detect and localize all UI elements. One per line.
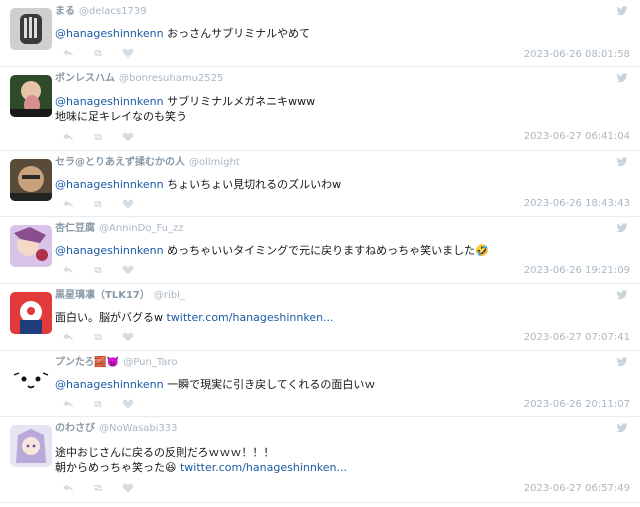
heart-icon[interactable] <box>122 265 134 275</box>
retweet-icon[interactable] <box>92 483 104 493</box>
tweet-timestamp[interactable]: 2023-06-26 20:11:07 <box>524 399 630 410</box>
heart-icon[interactable] <box>122 332 134 342</box>
tweet-link[interactable]: twitter.com/hanageshinnken... <box>167 311 334 324</box>
mention-link[interactable]: @hanageshinnkenn <box>55 27 164 40</box>
avatar[interactable] <box>10 8 52 50</box>
tweet-card: のわさび @NoWasabi333 途中おじさんに戻るの反則だろｗｗｗ！！！ 朝か… <box>0 417 640 503</box>
tweet-timestamp[interactable]: 2023-06-27 07:07:41 <box>524 332 630 343</box>
heart-icon[interactable] <box>122 199 134 209</box>
tweet-line: おっさんサブリミナルやめて <box>167 27 311 40</box>
avatar[interactable] <box>10 292 52 334</box>
tweet-line: サブリミナルメガネニキwww <box>167 95 316 108</box>
tweet-card: 黒星璃凛（TLK17） @ribl_ 面白い。脳がバグるw twitter.com… <box>0 284 640 351</box>
author-name[interactable]: のわさび <box>55 423 95 434</box>
heart-icon[interactable] <box>122 132 134 142</box>
author-handle[interactable]: @ribl_ <box>154 290 185 301</box>
tweet-timestamp[interactable]: 2023-06-27 06:41:04 <box>524 131 630 142</box>
retweet-icon[interactable] <box>92 265 104 275</box>
tweet-text: @hanageshinnkenn 一瞬で現実に引き戻してくれるの面白いｗ <box>55 377 530 392</box>
avatar[interactable] <box>10 75 52 117</box>
avatar[interactable] <box>10 159 52 201</box>
author-name[interactable]: まる <box>55 6 75 17</box>
tweet-text: @hanageshinnkenn めっちゃいいタイミングで元に戻りますねめっちゃ… <box>55 243 560 258</box>
tweet-line: 一瞬で現実に引き戻してくれるの面白いｗ <box>167 378 376 391</box>
tweet-timestamp[interactable]: 2023-06-26 19:21:09 <box>524 265 630 276</box>
mention-link[interactable]: @hanageshinnkenn <box>55 95 164 108</box>
retweet-icon[interactable] <box>92 332 104 342</box>
reply-icon[interactable] <box>62 199 74 209</box>
tweet-text: 面白い。脳がバグるw twitter.com/hanageshinnken... <box>55 310 530 325</box>
mention-link[interactable]: @hanageshinnkenn <box>55 244 164 257</box>
tweet-line: 途中おじさんに戻るの反則だろｗｗｗ！！！ <box>55 446 275 459</box>
retweet-icon[interactable] <box>92 399 104 409</box>
retweet-icon[interactable] <box>92 132 104 142</box>
author-handle[interactable]: @Pun_Taro <box>123 357 177 368</box>
author-handle[interactable]: @NoWasabi333 <box>99 423 178 434</box>
reply-icon[interactable] <box>62 48 74 58</box>
reply-icon[interactable] <box>62 132 74 142</box>
twitter-bird-icon[interactable] <box>616 357 628 367</box>
tweet-timestamp[interactable]: 2023-06-26 08:01:58 <box>524 49 630 60</box>
heart-icon[interactable] <box>122 48 134 58</box>
reply-icon[interactable] <box>62 399 74 409</box>
tweet-timestamp[interactable]: 2023-06-27 06:57:49 <box>524 483 630 494</box>
author-name[interactable]: 黒星璃凛（TLK17） <box>55 290 150 301</box>
author-name[interactable]: プンたろ🧱👿 <box>55 357 119 368</box>
author-name[interactable]: セラ@とりあえず揉むかの人 <box>55 157 185 168</box>
mention-link[interactable]: @hanageshinnkenn <box>55 178 164 191</box>
reply-icon[interactable] <box>62 332 74 342</box>
twitter-bird-icon[interactable] <box>616 6 628 16</box>
tweet-card: ボンレスハム @bonresuhamu2525 @hanageshinnkenn … <box>0 67 640 151</box>
author-handle[interactable]: @delacs1739 <box>79 6 147 17</box>
twitter-bird-icon[interactable] <box>616 223 628 233</box>
heart-icon[interactable] <box>122 399 134 409</box>
tweet-line: ちょいちょい見切れるのズルいわw <box>167 178 342 191</box>
reply-icon[interactable] <box>62 265 74 275</box>
author-handle[interactable]: @ollmight <box>189 157 240 168</box>
tweet-timestamp[interactable]: 2023-06-26 18:43:43 <box>524 198 630 209</box>
twitter-bird-icon[interactable] <box>616 423 628 433</box>
twitter-bird-icon[interactable] <box>616 290 628 300</box>
avatar[interactable] <box>10 359 52 401</box>
tweet-card: セラ@とりあえず揉むかの人 @ollmight @hanageshinnkenn … <box>0 151 640 217</box>
author-handle[interactable]: @bonresuhamu2525 <box>119 73 223 84</box>
mention-link[interactable]: @hanageshinnkenn <box>55 378 164 391</box>
tweet-card: 杏仁豆腐 @AnninDo_Fu_zz @hanageshinnkenn めっちゃ… <box>0 217 640 284</box>
avatar[interactable] <box>10 425 52 467</box>
tweet-line: めっちゃいいタイミングで元に戻りますねめっちゃ笑いました🤣 <box>167 244 489 257</box>
heart-icon[interactable] <box>122 483 134 493</box>
author-name[interactable]: ボンレスハム <box>55 73 115 84</box>
tweet-card: プンたろ🧱👿 @Pun_Taro @hanageshinnkenn 一瞬で現実に引… <box>0 351 640 417</box>
author-handle[interactable]: @AnninDo_Fu_zz <box>99 223 184 234</box>
tweet-text: @hanageshinnkenn サブリミナルメガネニキwww 地味に足キレイな… <box>55 94 530 124</box>
retweet-icon[interactable] <box>92 199 104 209</box>
retweet-icon[interactable] <box>92 48 104 58</box>
author-name[interactable]: 杏仁豆腐 <box>55 223 95 234</box>
tweet-feed: まる @delacs1739 @hanageshinnkenn おっさんサブリミナ… <box>0 0 640 507</box>
tweet-line: 面白い。脳がバグるw <box>55 311 163 324</box>
reply-icon[interactable] <box>62 483 74 493</box>
twitter-bird-icon[interactable] <box>616 157 628 167</box>
tweet-link[interactable]: twitter.com/hanageshinnken... <box>180 461 347 474</box>
tweet-line: 朝からめっちゃ笑った😆 <box>55 461 177 474</box>
tweet-text: @hanageshinnkenn ちょいちょい見切れるのズルいわw <box>55 177 530 192</box>
twitter-bird-icon[interactable] <box>616 73 628 83</box>
tweet-line: 地味に足キレイなのも笑う <box>55 110 187 123</box>
avatar[interactable] <box>10 225 52 267</box>
tweet-card: まる @delacs1739 @hanageshinnkenn おっさんサブリミナ… <box>0 0 640 67</box>
tweet-text: 途中おじさんに戻るの反則だろｗｗｗ！！！ 朝からめっちゃ笑った😆 twitter… <box>55 445 530 475</box>
tweet-text: @hanageshinnkenn おっさんサブリミナルやめて <box>55 26 530 41</box>
